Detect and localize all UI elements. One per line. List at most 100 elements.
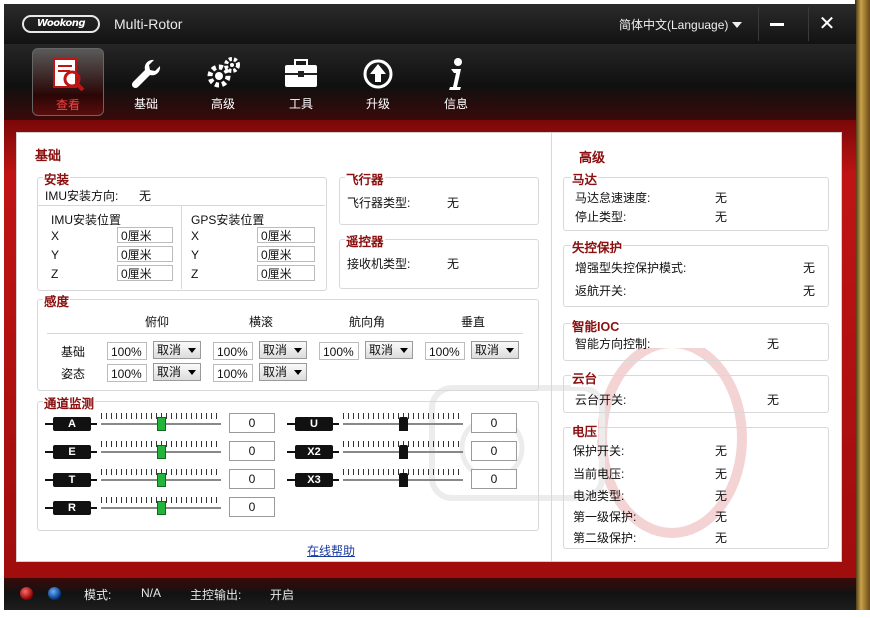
select-value: 取消 bbox=[263, 365, 288, 379]
tab-view[interactable]: 查看 bbox=[32, 48, 104, 116]
language-selector[interactable]: 简体中文(Language) bbox=[619, 16, 743, 33]
return-home-switch-value: 无 bbox=[803, 284, 816, 298]
gain-basic-pitch-select[interactable]: 取消 bbox=[153, 341, 201, 359]
channel-value-t: 0 bbox=[229, 469, 275, 489]
channel-tag-u: U bbox=[287, 417, 339, 431]
desktop-edge bbox=[855, 0, 870, 610]
dropdown-arrow-icon bbox=[400, 348, 408, 353]
main-output-label: 主控输出: bbox=[190, 588, 242, 602]
channel-tag-t: T bbox=[45, 473, 97, 487]
gain-attitude-pitch-value[interactable]: 100% bbox=[107, 364, 147, 382]
receiver-type-label: 接收机类型: bbox=[347, 257, 411, 271]
title-bar[interactable]: Wookong Multi-Rotor 简体中文(Language) ✕ bbox=[4, 4, 856, 44]
view-icon bbox=[33, 55, 103, 95]
imu-z-field[interactable]: 0厘米 bbox=[117, 265, 173, 281]
main-toolbar: 查看 基础 高级 工具 升级 信息 bbox=[4, 44, 856, 120]
tab-upgrade-label: 升级 bbox=[365, 97, 390, 111]
channel-name: X3 bbox=[295, 473, 333, 487]
divider bbox=[47, 333, 523, 334]
minimize-button[interactable] bbox=[758, 7, 795, 41]
gps-y-field[interactable]: 0厘米 bbox=[257, 246, 315, 262]
gain-basic-roll-select[interactable]: 取消 bbox=[259, 341, 307, 359]
channel-tag-x3: X3 bbox=[287, 473, 339, 487]
tab-advanced[interactable]: 高级 bbox=[187, 48, 259, 116]
first-level-protect-value: 无 bbox=[715, 510, 728, 524]
tab-upgrade[interactable]: 升级 bbox=[342, 48, 414, 116]
channel-value-x2: 0 bbox=[471, 441, 517, 461]
gain-attitude-roll-select[interactable]: 取消 bbox=[259, 363, 307, 381]
status-bar: 模式: N/A 主控输出: 开启 bbox=[4, 578, 856, 610]
gain-attitude-pitch-select[interactable]: 取消 bbox=[153, 363, 201, 381]
first-level-protect-label: 第一级保护: bbox=[573, 510, 637, 524]
channel-value-e: 0 bbox=[229, 441, 275, 461]
imu-direction-value: 无 bbox=[139, 189, 152, 203]
online-help-link[interactable]: 在线帮助 bbox=[307, 542, 355, 559]
gimbal-switch-label: 云台开关: bbox=[575, 393, 627, 407]
voltage-protect-switch-label: 保护开关: bbox=[573, 444, 625, 458]
mode-label: 模式: bbox=[84, 588, 112, 602]
gps-x-field[interactable]: 0厘米 bbox=[257, 227, 315, 243]
tab-tools-label: 工具 bbox=[288, 97, 313, 111]
battery-type-value: 无 bbox=[715, 489, 728, 503]
minimize-icon bbox=[770, 23, 784, 26]
tab-basic[interactable]: 基础 bbox=[110, 48, 182, 116]
toolbox-icon bbox=[265, 54, 337, 94]
channel-slider-u bbox=[343, 413, 463, 431]
aircraft-type-label: 飞行器类型: bbox=[347, 196, 411, 210]
dropdown-arrow-icon bbox=[188, 370, 196, 375]
gain-basic-yaw-select[interactable]: 取消 bbox=[365, 341, 413, 359]
gimbal-title: 云台 bbox=[571, 368, 599, 387]
slider-knob bbox=[157, 501, 166, 515]
second-level-protect-label: 第二级保护: bbox=[573, 531, 637, 545]
imu-y-field[interactable]: 0厘米 bbox=[117, 246, 173, 262]
gps-axis-y-label: Y bbox=[191, 248, 200, 262]
channel-slider-x3 bbox=[343, 469, 463, 487]
gain-basic-roll-value[interactable]: 100% bbox=[213, 342, 253, 360]
close-icon: ✕ bbox=[818, 11, 836, 35]
channel-value-r: 0 bbox=[229, 497, 275, 517]
gain-basic-yaw-value[interactable]: 100% bbox=[319, 342, 359, 360]
gimbal-switch-value: 无 bbox=[767, 393, 780, 407]
channel-name: A bbox=[53, 417, 91, 431]
current-voltage-label: 当前电压: bbox=[573, 467, 625, 481]
tab-tools[interactable]: 工具 bbox=[265, 48, 337, 116]
gain-basic-vertical-select[interactable]: 取消 bbox=[471, 341, 519, 359]
slider-knob bbox=[157, 417, 166, 431]
app-title: Multi-Rotor bbox=[114, 16, 183, 32]
imu-direction-label: IMU安装方向: bbox=[45, 189, 119, 203]
gain-col-pitch: 俯仰 bbox=[145, 315, 170, 329]
gain-title: 感度 bbox=[43, 291, 71, 310]
tab-info[interactable]: 信息 bbox=[420, 48, 492, 116]
gain-row-basic-label: 基础 bbox=[61, 345, 86, 359]
close-button[interactable]: ✕ bbox=[808, 7, 845, 41]
gain-basic-pitch-value[interactable]: 100% bbox=[107, 342, 147, 360]
channel-monitor-title: 通道监测 bbox=[43, 393, 96, 412]
gain-col-vertical: 垂直 bbox=[461, 315, 486, 329]
gain-col-roll: 横滚 bbox=[249, 315, 274, 329]
imu-x-field[interactable]: 0厘米 bbox=[117, 227, 173, 243]
section-divider bbox=[551, 133, 552, 561]
slider-knob bbox=[157, 445, 166, 459]
language-label: 简体中文(Language) bbox=[619, 18, 729, 32]
return-home-switch-label: 返航开关: bbox=[575, 284, 627, 298]
gps-z-field[interactable]: 0厘米 bbox=[257, 265, 315, 281]
channel-name: X2 bbox=[295, 445, 333, 459]
select-value: 取消 bbox=[157, 365, 182, 379]
basic-section-title: 基础 bbox=[35, 148, 62, 163]
select-value: 取消 bbox=[475, 343, 500, 357]
motor-stop-type-value: 无 bbox=[715, 210, 728, 224]
channel-slider-t bbox=[101, 469, 221, 487]
gain-attitude-roll-value[interactable]: 100% bbox=[213, 364, 253, 382]
imu-axis-y-label: Y bbox=[51, 248, 60, 262]
imu-axis-z-label: Z bbox=[51, 267, 59, 281]
mode-value: N/A bbox=[141, 586, 162, 600]
channel-slider-a bbox=[101, 413, 221, 431]
slider-knob bbox=[157, 473, 166, 487]
slider-knob bbox=[399, 473, 408, 487]
failsafe-mode-value: 无 bbox=[803, 261, 816, 275]
dropdown-arrow-icon bbox=[294, 348, 302, 353]
dropdown-arrow-icon bbox=[506, 348, 514, 353]
chevron-down-icon bbox=[732, 22, 743, 28]
view-panel: 基础 安装 IMU安装方向: 无 IMU安装位置 GPS安装位置 X 0厘米 Y… bbox=[16, 132, 842, 562]
gain-basic-vertical-value[interactable]: 100% bbox=[425, 342, 465, 360]
